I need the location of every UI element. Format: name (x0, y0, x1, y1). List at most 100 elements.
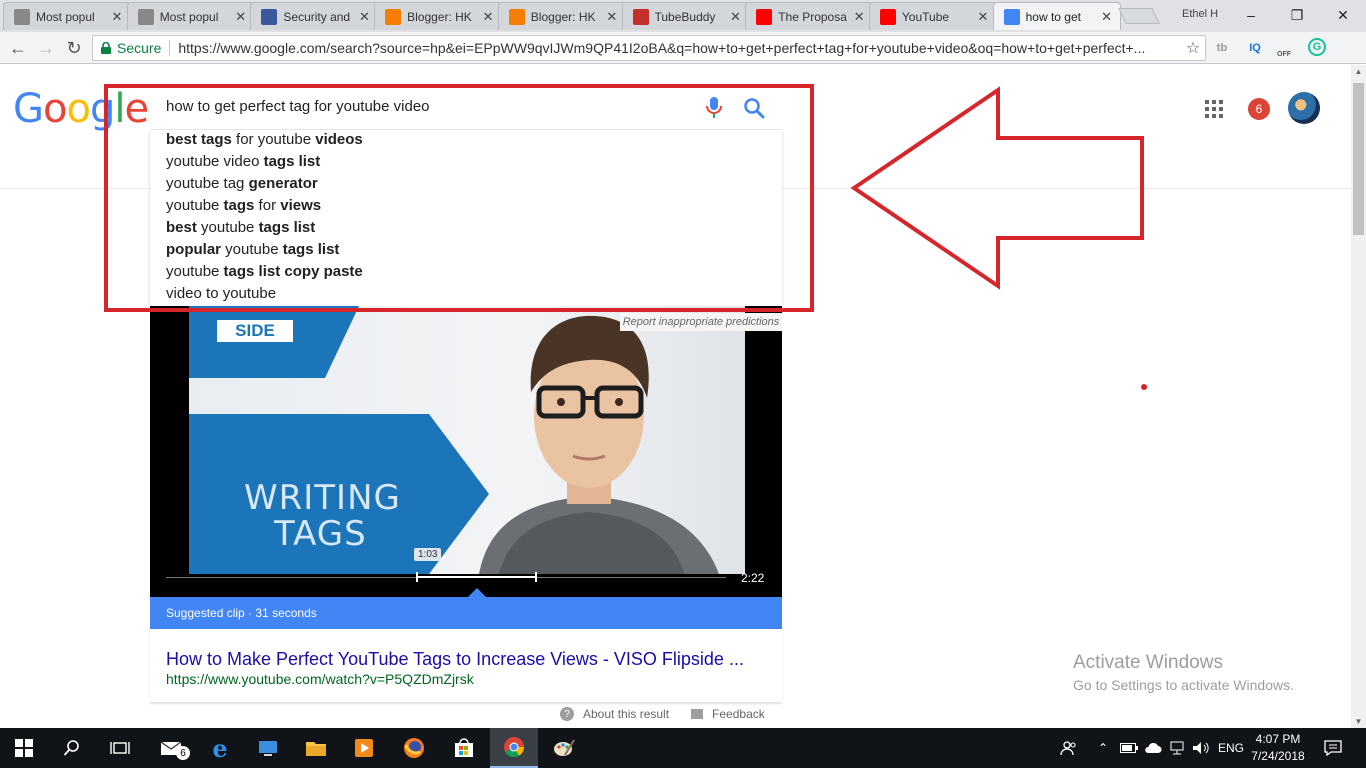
browser-tab[interactable]: Blogger: HK ✕ (497, 2, 626, 30)
taskbar-clock[interactable]: 4:07 PM 7/24/2018 (1244, 731, 1312, 765)
suggestion-bold-part: views (280, 197, 322, 214)
tab-close-icon[interactable]: ✕ (976, 9, 990, 25)
autocomplete-suggestion[interactable]: youtube video tags list (166, 151, 320, 173)
browser-tab[interactable]: Most popul ✕ (3, 2, 131, 30)
avatar[interactable] (1288, 92, 1320, 124)
tab-close-icon[interactable]: ✕ (1100, 9, 1114, 25)
task-view-button[interactable] (96, 728, 144, 768)
about-this-result-link[interactable]: About this result (583, 707, 669, 721)
forward-button[interactable]: → (34, 36, 58, 60)
feedback-link[interactable]: Feedback (712, 707, 765, 721)
store-taskbar-button[interactable] (440, 728, 488, 768)
clock-date: 7/24/2018 (1251, 749, 1305, 763)
action-center-icon[interactable] (1324, 728, 1342, 768)
autocomplete-suggestion[interactable]: popular youtube tags list (166, 239, 339, 261)
microphone-icon[interactable] (704, 96, 724, 120)
ext-off-icon[interactable]: OFF (1274, 38, 1294, 58)
browser-tab[interactable]: YouTube ✕ (868, 2, 997, 30)
clock-time: 4:07 PM (1255, 732, 1301, 746)
suggestion-bold-part: tags list (258, 219, 316, 236)
google-apps-icon[interactable] (1204, 99, 1224, 119)
facebook-icon (261, 8, 278, 25)
search-icon[interactable] (742, 96, 766, 120)
close-window-button[interactable]: ✕ (1320, 0, 1366, 30)
lock-icon (99, 35, 113, 61)
browser-tab[interactable]: Security and ✕ (250, 2, 379, 30)
tubebuddy-ext-icon[interactable]: tb (1212, 38, 1232, 58)
profile-name[interactable]: Ethel H (1182, 8, 1218, 20)
browser-tab[interactable]: how to get ✕ (992, 2, 1121, 30)
bookmark-star-icon[interactable]: ☆ (1181, 38, 1205, 58)
file-explorer-button[interactable] (292, 728, 340, 768)
suggestion-bold-part: generator (248, 175, 318, 192)
media-player-button[interactable] (340, 728, 388, 768)
suggestion-bold-part: best (166, 219, 197, 236)
tab-close-icon[interactable]: ✕ (481, 9, 495, 25)
chevron-up-icon[interactable]: ⌃ (1098, 728, 1108, 768)
clip-segment-marker[interactable] (416, 572, 537, 582)
suggestion-bold-part: popular (166, 241, 221, 258)
firefox-taskbar-button[interactable] (390, 728, 438, 768)
back-button[interactable]: ← (6, 36, 30, 60)
search-taskbar-button[interactable] (48, 728, 96, 768)
tab-close-icon[interactable]: ✕ (110, 9, 124, 25)
scrollbar-thumb[interactable] (1353, 83, 1364, 235)
autocomplete-suggestion[interactable]: youtube tags list copy paste (166, 261, 363, 283)
grammarly-ext-icon[interactable]: G (1308, 38, 1326, 56)
suggestion-bold-part: best tags (166, 131, 232, 148)
paint-taskbar-button[interactable] (540, 728, 588, 768)
language-indicator[interactable]: ENG (1218, 728, 1244, 768)
browser-tab[interactable]: Most popul ✕ (126, 2, 255, 30)
tab-close-icon[interactable]: ✕ (729, 9, 743, 25)
logo-letter: o (66, 86, 91, 132)
tab-label: Most popul (159, 9, 219, 24)
browser-tab[interactable]: TubeBuddy ✕ (621, 2, 750, 30)
start-button[interactable] (0, 728, 48, 768)
autocomplete-suggestion[interactable]: best youtube tags list (166, 217, 315, 239)
edge-taskbar-button[interactable]: e (196, 728, 244, 768)
app-taskbar-button[interactable] (244, 728, 292, 768)
browser-tab[interactable]: Blogger: HK ✕ (374, 2, 503, 30)
video-title-line1: WRITING (244, 478, 401, 518)
chrome-taskbar-button[interactable] (490, 728, 538, 768)
tab-close-icon[interactable]: ✕ (234, 9, 248, 25)
reload-button[interactable]: ↻ (62, 36, 86, 60)
video-player[interactable]: SIDE WRITING TAGS 1:03 2:22 (150, 306, 782, 597)
scroll-down-icon[interactable]: ▼ (1351, 717, 1366, 726)
tab-close-icon[interactable]: ✕ (605, 9, 619, 25)
autocomplete-suggestion[interactable]: youtube tags for views (166, 195, 321, 217)
volume-icon[interactable] (1192, 728, 1210, 768)
address-bar[interactable]: Secure https://www.google.com/search?sou… (92, 35, 1206, 61)
search-input[interactable] (166, 98, 686, 115)
result-title-link[interactable]: How to Make Perfect YouTube Tags to Incr… (166, 649, 744, 670)
windows-logo-icon (15, 739, 33, 757)
new-tab-button[interactable] (1118, 8, 1160, 24)
tab-label: Security and (283, 9, 351, 24)
youtube-icon (879, 8, 896, 25)
tab-close-icon[interactable]: ✕ (357, 9, 371, 25)
notifications-badge[interactable]: 6 (1248, 98, 1270, 120)
report-predictions-link[interactable]: Report inappropriate predictions (620, 313, 782, 331)
autocomplete-suggestion[interactable]: best tags for youtube videos (166, 129, 363, 151)
network-icon[interactable] (1168, 728, 1186, 768)
minimize-button[interactable]: – (1228, 0, 1274, 30)
suggestion-part: for youtube (231, 131, 316, 148)
mail-taskbar-button[interactable]: 6 (148, 728, 196, 768)
logo-letter: l (114, 86, 125, 132)
url-text[interactable]: https://www.google.com/search?source=hp&… (178, 40, 1181, 56)
tab-close-icon[interactable]: ✕ (852, 9, 866, 25)
vertical-scrollbar[interactable]: ▲ ▼ (1351, 65, 1366, 728)
google-logo[interactable]: Google (13, 86, 149, 132)
vidiq-ext-icon[interactable]: IQ (1245, 38, 1265, 58)
windows-taskbar: 6 e ⌃ ENG 4:07 PM 7/24/2018 (0, 728, 1366, 768)
logo-letter: G (13, 86, 44, 132)
people-icon[interactable] (1060, 728, 1078, 768)
suggested-clip-bar: Suggested clip · 31 seconds (150, 597, 782, 629)
autocomplete-suggestion[interactable]: video to youtube (166, 283, 276, 305)
scroll-up-icon[interactable]: ▲ (1351, 67, 1366, 76)
restore-button[interactable]: ❐ (1274, 0, 1320, 30)
cloud-icon[interactable] (1144, 728, 1162, 768)
autocomplete-suggestion[interactable]: youtube tag generator (166, 173, 318, 195)
battery-icon[interactable] (1120, 728, 1138, 768)
browser-tab[interactable]: The Proposa ✕ (745, 2, 874, 30)
